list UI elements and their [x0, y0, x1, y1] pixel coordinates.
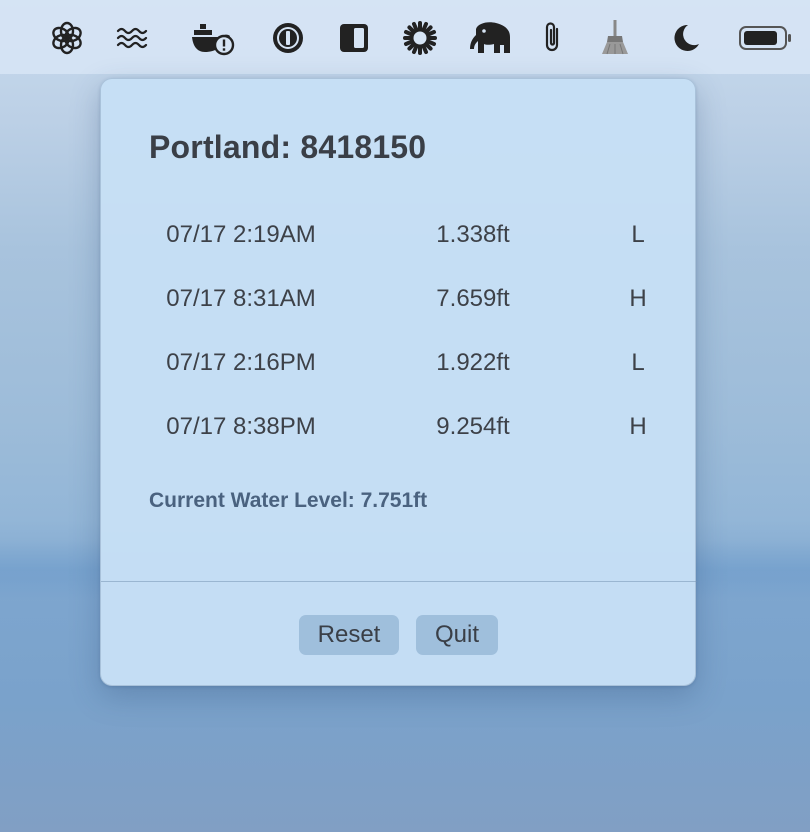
- tide-height: 9.254ft: [436, 413, 510, 440]
- current-water-level: Current Water Level: 7.751ft: [149, 489, 428, 512]
- tide-type: L: [631, 221, 645, 248]
- tide-time: 07/17 2:16PM: [166, 349, 316, 376]
- 1password-icon[interactable]: [268, 18, 308, 58]
- tide-popover: Portland: 8418150 07/17 2:19AM 1.338ft L…: [100, 78, 697, 686]
- sun-icon[interactable]: [400, 18, 440, 58]
- tide-height: 7.659ft: [436, 285, 510, 312]
- tide-type: H: [629, 413, 647, 440]
- tide-row: 07/17 2:19AM 1.338ft L: [101, 215, 697, 255]
- tide-height: 1.922ft: [436, 349, 510, 376]
- reset-button[interactable]: Reset: [299, 615, 399, 655]
- broom-icon[interactable]: [595, 18, 635, 58]
- station-title: Portland: 8418150: [149, 129, 427, 165]
- menu-bar: [0, 0, 810, 74]
- elephant-icon[interactable]: [468, 18, 512, 58]
- quit-button[interactable]: Quit: [416, 615, 498, 655]
- tide-type: L: [631, 349, 645, 376]
- tide-time: 07/17 2:19AM: [166, 221, 316, 248]
- tide-height: 1.338ft: [436, 221, 510, 248]
- tide-row: 07/17 8:31AM 7.659ft H: [101, 279, 697, 319]
- tide-row: 07/17 2:16PM 1.922ft L: [101, 343, 697, 383]
- docker-icon[interactable]: [192, 18, 236, 58]
- openai-icon[interactable]: [47, 18, 87, 58]
- waves-icon[interactable]: [112, 18, 152, 58]
- divider: [101, 581, 697, 582]
- paperclip-icon[interactable]: [533, 18, 573, 58]
- tide-time: 07/17 8:38PM: [166, 413, 316, 440]
- moon-icon[interactable]: [666, 18, 706, 58]
- battery-icon[interactable]: [738, 18, 794, 58]
- tide-row: 07/17 8:38PM 9.254ft H: [101, 407, 697, 447]
- tide-type: H: [629, 285, 647, 312]
- sidebar-icon[interactable]: [334, 18, 374, 58]
- tide-time: 07/17 8:31AM: [166, 285, 316, 312]
